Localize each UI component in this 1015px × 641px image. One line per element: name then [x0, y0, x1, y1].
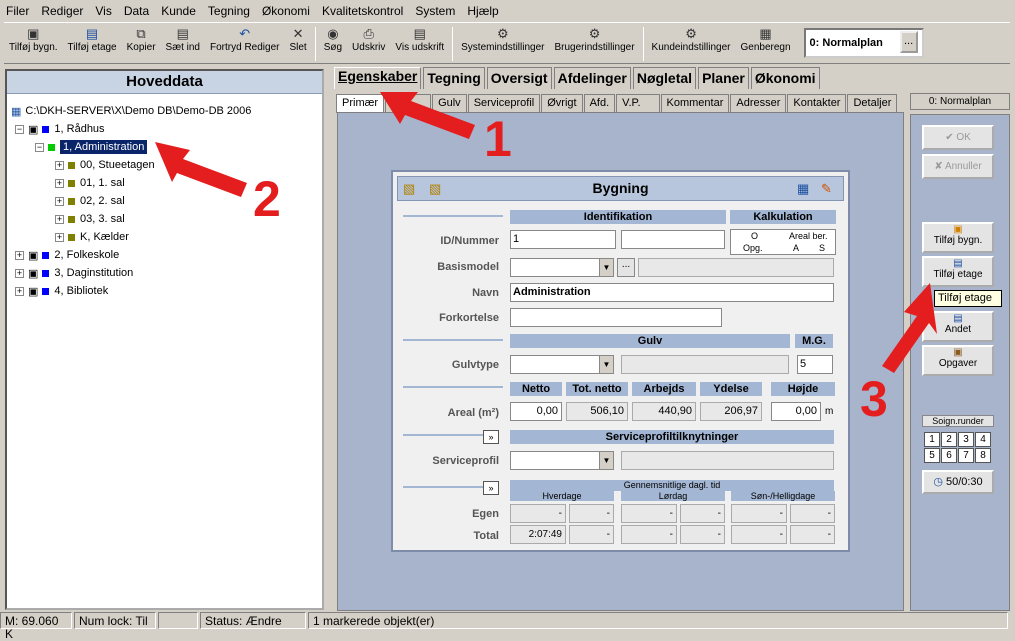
- arrow-1: [380, 92, 475, 139]
- arrow-2: [155, 142, 247, 197]
- annotation-2: 2: [253, 171, 281, 227]
- annotation-overlay: [155, 92, 937, 373]
- annotation-3: 3: [860, 371, 888, 427]
- arrow-3: [882, 283, 937, 373]
- annotation-1: 1: [484, 111, 512, 167]
